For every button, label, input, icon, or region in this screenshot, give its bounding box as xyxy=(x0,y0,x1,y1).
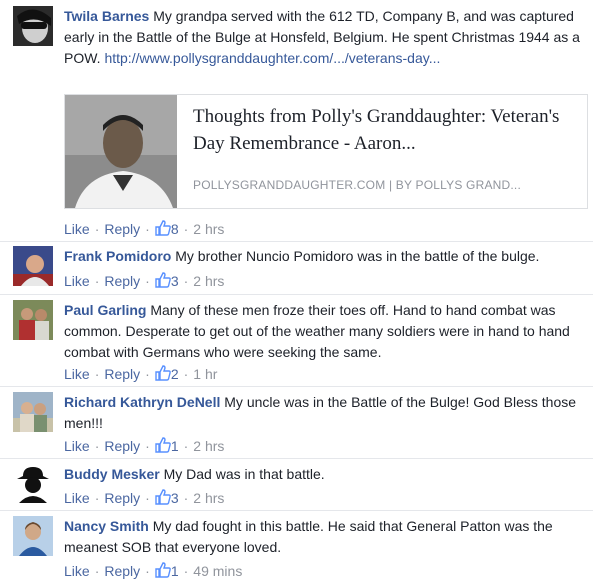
reply-button[interactable]: Reply xyxy=(104,563,140,579)
separator: · xyxy=(145,563,150,579)
like-button[interactable]: Like xyxy=(64,438,90,454)
like-count[interactable]: 1 xyxy=(155,562,179,579)
like-button[interactable]: Like xyxy=(64,366,90,382)
separator: · xyxy=(94,490,100,506)
separator: · xyxy=(183,273,189,289)
thumbs-up-icon xyxy=(155,562,171,578)
comment-author[interactable]: Frank Pomidoro xyxy=(64,248,171,264)
reply-button[interactable]: Reply xyxy=(104,438,140,454)
comment-time[interactable]: 2 hrs xyxy=(193,438,224,454)
reply-button[interactable]: Reply xyxy=(104,221,140,237)
comment-actions: Like · Reply · 3 · 2 hrs xyxy=(64,489,224,506)
separator: · xyxy=(145,221,150,237)
avatar[interactable] xyxy=(13,392,53,432)
comment-text: My Dad was in that battle. xyxy=(159,466,325,482)
separator: · xyxy=(183,221,189,237)
like-button[interactable]: Like xyxy=(64,563,90,579)
separator: · xyxy=(94,273,100,289)
like-button[interactable]: Like xyxy=(64,221,90,237)
like-count[interactable]: 2 xyxy=(155,365,179,382)
thumbs-up-icon xyxy=(155,272,171,288)
separator: · xyxy=(145,273,150,289)
separator: · xyxy=(94,366,100,382)
separator: · xyxy=(145,366,150,382)
comment-author[interactable]: Buddy Mesker xyxy=(64,466,160,482)
avatar[interactable] xyxy=(13,246,53,286)
comment-actions: Like · Reply · 2 · 1 hr xyxy=(64,365,217,382)
comment-author[interactable]: Paul Garling xyxy=(64,302,146,318)
separator: · xyxy=(183,563,189,579)
avatar[interactable] xyxy=(13,463,53,503)
link-preview-card[interactable]: Thoughts from Polly's Granddaughter: Vet… xyxy=(64,94,588,209)
comment-actions: Like · Reply · 1 · 2 hrs xyxy=(64,437,224,454)
like-count[interactable]: 3 xyxy=(155,489,179,506)
link-preview-title[interactable]: Thoughts from Polly's Granddaughter: Vet… xyxy=(193,103,575,157)
comment-link[interactable]: http://www.pollysgranddaughter.com/.../v… xyxy=(104,50,440,66)
like-button[interactable]: Like xyxy=(64,273,90,289)
comment-text: My brother Nuncio Pomidoro was in the ba… xyxy=(171,248,540,264)
comment-body: Richard Kathryn DeNell My uncle was in t… xyxy=(64,392,583,434)
link-preview-image xyxy=(65,95,177,208)
reply-button[interactable]: Reply xyxy=(104,366,140,382)
reply-button[interactable]: Reply xyxy=(104,273,140,289)
link-preview-domain: POLLYSGRANDDAUGHTER.COM | BY POLLYS GRAN… xyxy=(193,178,521,192)
separator: · xyxy=(183,438,189,454)
separator: · xyxy=(94,221,100,237)
comment-body: Buddy Mesker My Dad was in that battle. xyxy=(64,464,583,485)
comment-author[interactable]: Richard Kathryn DeNell xyxy=(64,394,220,410)
comment-author[interactable]: Nancy Smith xyxy=(64,518,149,534)
comment-body: Nancy Smith My dad fought in this battle… xyxy=(64,516,583,558)
comment-time[interactable]: 2 hrs xyxy=(193,490,224,506)
separator: · xyxy=(145,438,150,454)
like-count[interactable]: 1 xyxy=(155,437,179,454)
like-count[interactable]: 3 xyxy=(155,272,179,289)
comment-time[interactable]: 2 hrs xyxy=(193,273,224,289)
comment-nancy-smith: Nancy Smith My dad fought in this battle… xyxy=(0,510,593,582)
comment-richard-kathryn-denell: Richard Kathryn DeNell My uncle was in t… xyxy=(0,386,593,458)
comment-time[interactable]: 2 hrs xyxy=(193,221,224,237)
comment-body: Paul Garling Many of these men froze the… xyxy=(64,300,583,363)
separator: · xyxy=(145,490,150,506)
reply-button[interactable]: Reply xyxy=(104,490,140,506)
thumbs-up-icon xyxy=(155,437,171,453)
like-count[interactable]: 8 xyxy=(155,220,179,237)
separator: · xyxy=(183,490,189,506)
comment-time[interactable]: 49 mins xyxy=(193,563,242,579)
comment-buddy-mesker: Buddy Mesker My Dad was in that battle. … xyxy=(0,458,593,510)
comment-body: Frank Pomidoro My brother Nuncio Pomidor… xyxy=(64,246,583,267)
thumbs-up-icon xyxy=(155,220,171,236)
separator: · xyxy=(94,438,100,454)
avatar[interactable] xyxy=(13,6,53,46)
avatar[interactable] xyxy=(13,516,53,556)
avatar[interactable] xyxy=(13,300,53,340)
comment-body: Twila Barnes My grandpa served with the … xyxy=(64,6,583,69)
separator: · xyxy=(183,366,189,382)
thumbs-up-icon xyxy=(155,489,171,505)
like-button[interactable]: Like xyxy=(64,490,90,506)
comment-time[interactable]: 1 hr xyxy=(193,366,217,382)
comment-author[interactable]: Twila Barnes xyxy=(64,8,149,24)
comment-actions: Like · Reply · 1 · 49 mins xyxy=(64,562,242,579)
comment-frank-pomidoro: Frank Pomidoro My brother Nuncio Pomidor… xyxy=(0,241,593,295)
comment-actions: Like · Reply · 8 · 2 hrs xyxy=(64,220,224,237)
comment-actions: Like · Reply · 3 · 2 hrs xyxy=(64,272,224,289)
comment-twila-barnes: Twila Barnes My grandpa served with the … xyxy=(0,0,593,240)
thumbs-up-icon xyxy=(155,365,171,381)
separator: · xyxy=(94,563,100,579)
comment-paul-garling: Paul Garling Many of these men froze the… xyxy=(0,294,593,386)
